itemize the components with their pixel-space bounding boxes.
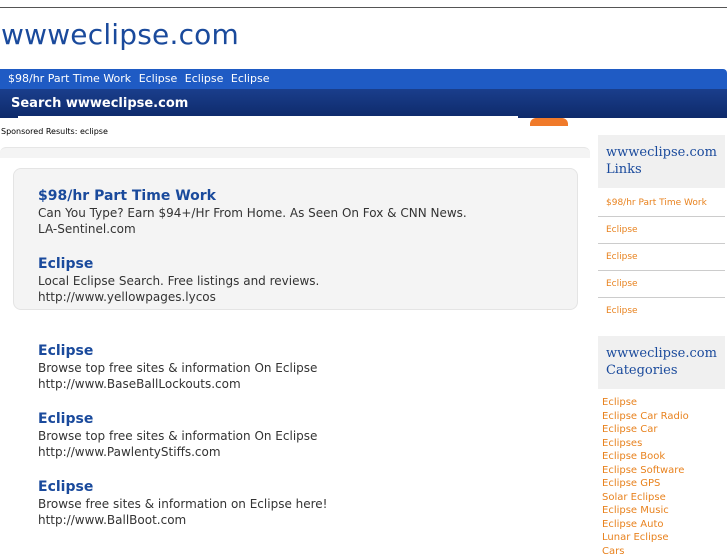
search-result: Eclipse Browse top free sites & informat… (38, 410, 317, 460)
ad-description: Local Eclipse Search. Free listings and … (38, 273, 319, 289)
ad-result: Eclipse Local Eclipse Search. Free listi… (38, 255, 319, 305)
nav-link-eclipse-3[interactable]: Eclipse (231, 72, 270, 85)
site-title[interactable]: wwweclipse.com (1, 18, 239, 51)
top-divider (0, 7, 727, 8)
category-link[interactable]: Eclipses (602, 437, 725, 451)
main-panel-top (0, 147, 590, 158)
category-link[interactable]: Eclipse Music (602, 504, 725, 518)
sidebar-categories-heading: wwweclipse.com Categories (598, 336, 725, 389)
ad-title[interactable]: $98/hr Part Time Work (38, 187, 467, 205)
sidebar-link[interactable]: Eclipse (598, 217, 725, 244)
result-title[interactable]: Eclipse (38, 342, 317, 360)
category-link[interactable]: Cars (602, 545, 725, 558)
ad-url[interactable]: LA-Sentinel.com (38, 221, 467, 237)
nav-links: $98/hr Part Time Work Eclipse Eclipse Ec… (8, 72, 273, 85)
nav-link-eclipse-1[interactable]: Eclipse (139, 72, 178, 85)
sponsored-label: Sponsored Results: eclipse (1, 127, 108, 136)
result-url[interactable]: http://www.PawlentyStiffs.com (38, 444, 317, 460)
category-link[interactable]: Eclipse Auto (602, 518, 725, 532)
category-link[interactable]: Eclipse (602, 396, 725, 410)
ad-description: Can You Type? Earn $94+/Hr From Home. As… (38, 205, 467, 221)
result-url[interactable]: http://www.BaseBallLockouts.com (38, 376, 317, 392)
search-bar: Search wwweclipse.com (0, 89, 727, 118)
nav-link-eclipse-2[interactable]: Eclipse (185, 72, 224, 85)
nav-link-part-time-work[interactable]: $98/hr Part Time Work (8, 72, 131, 85)
sidebar-link[interactable]: $98/hr Part Time Work (598, 190, 725, 217)
category-link[interactable]: Eclipse Book (602, 450, 725, 464)
sidebar-link[interactable]: Eclipse (598, 271, 725, 298)
category-link[interactable]: Eclipse Car (602, 423, 725, 437)
sidebar-categories: Eclipse Eclipse Car Radio Eclipse Car Ec… (598, 389, 725, 558)
category-link[interactable]: Eclipse Software (602, 464, 725, 478)
ad-title[interactable]: Eclipse (38, 255, 319, 273)
result-description: Browse top free sites & information On E… (38, 360, 317, 376)
nav-bar: $98/hr Part Time Work Eclipse Eclipse Ec… (0, 69, 727, 89)
sidebar-links-heading: wwweclipse.com Links (598, 135, 725, 188)
category-link[interactable]: Eclipse GPS (602, 477, 725, 491)
result-description: Browse top free sites & information On E… (38, 428, 317, 444)
category-link[interactable]: Lunar Eclipse (602, 531, 725, 545)
result-title[interactable]: Eclipse (38, 478, 328, 496)
ad-url[interactable]: http://www.yellowpages.lycos (38, 289, 319, 305)
sidebar-link[interactable]: Eclipse (598, 298, 725, 324)
sidebar-links: $98/hr Part Time Work Eclipse Eclipse Ec… (598, 188, 725, 324)
category-link[interactable]: Solar Eclipse (602, 491, 725, 505)
result-title[interactable]: Eclipse (38, 410, 317, 428)
search-result: Eclipse Browse top free sites & informat… (38, 342, 317, 392)
sidebar: wwweclipse.com Links $98/hr Part Time Wo… (598, 135, 725, 558)
category-link[interactable]: Eclipse Car Radio (602, 410, 725, 424)
search-result: Eclipse Browse free sites & information … (38, 478, 328, 528)
search-title: Search wwweclipse.com (11, 96, 188, 111)
search-button[interactable] (530, 118, 568, 126)
sidebar-link[interactable]: Eclipse (598, 244, 725, 271)
result-url[interactable]: http://www.BallBoot.com (38, 512, 328, 528)
result-description: Browse free sites & information on Eclip… (38, 496, 328, 512)
search-input[interactable] (18, 116, 518, 124)
ad-result: $98/hr Part Time Work Can You Type? Earn… (38, 187, 467, 237)
